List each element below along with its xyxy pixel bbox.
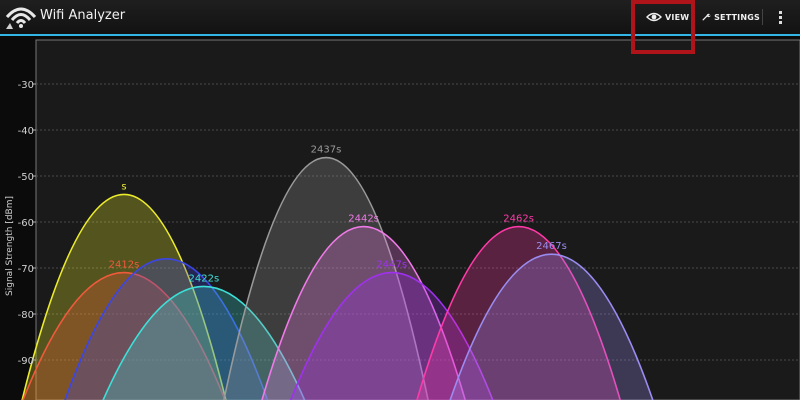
network-label-0: s <box>121 181 126 192</box>
y-tick-label: -60 <box>18 218 34 229</box>
y-axis: -30 -40 -50 -60 -70 -80 -90 <box>18 80 36 367</box>
signal-strength-chart[interactable]: s 2412s 2422s 2437s 2442s 2447s 2462s 2467s -30… <box>0 36 800 400</box>
eye-icon <box>646 12 662 22</box>
view-button-label: VIEW <box>665 12 690 22</box>
network-label-7: 2462s <box>503 214 534 225</box>
y-tick-label: -30 <box>18 80 34 91</box>
wifi-analyzer-app: Wifi Analyzer VIEW SETTINGS s 2412s 2422… <box>0 0 800 400</box>
y-tick-label: -90 <box>18 356 34 367</box>
overflow-dot <box>778 10 782 14</box>
wifi-analyzer-icon[interactable] <box>4 3 38 31</box>
network-label-3: 2422s <box>189 273 220 284</box>
network-label-5: 2442s <box>348 214 379 225</box>
y-tick-label: -70 <box>18 264 34 275</box>
y-tick-label: -80 <box>18 310 34 321</box>
network-label-1: 2412s <box>109 260 140 271</box>
network-label-4: 2437s <box>311 145 342 156</box>
settings-button-label: SETTINGS <box>714 12 760 22</box>
overflow-dot <box>778 20 782 24</box>
settings-button[interactable]: SETTINGS <box>702 6 760 28</box>
action-bar-separator <box>762 9 763 25</box>
overflow-menu-icon[interactable] <box>772 7 788 27</box>
network-label-6: 2447s <box>376 260 407 271</box>
app-title: Wifi Analyzer <box>40 8 126 23</box>
overflow-dot <box>778 15 782 19</box>
wrench-icon <box>702 13 711 21</box>
action-bar: Wifi Analyzer VIEW SETTINGS <box>0 0 800 36</box>
network-label-8: 2467s <box>536 241 567 252</box>
y-tick-label: -40 <box>18 126 34 137</box>
y-tick-label: -50 <box>18 172 34 183</box>
y-axis-label: Signal Strength [dBm] <box>5 196 15 296</box>
view-button[interactable]: VIEW <box>646 6 694 28</box>
